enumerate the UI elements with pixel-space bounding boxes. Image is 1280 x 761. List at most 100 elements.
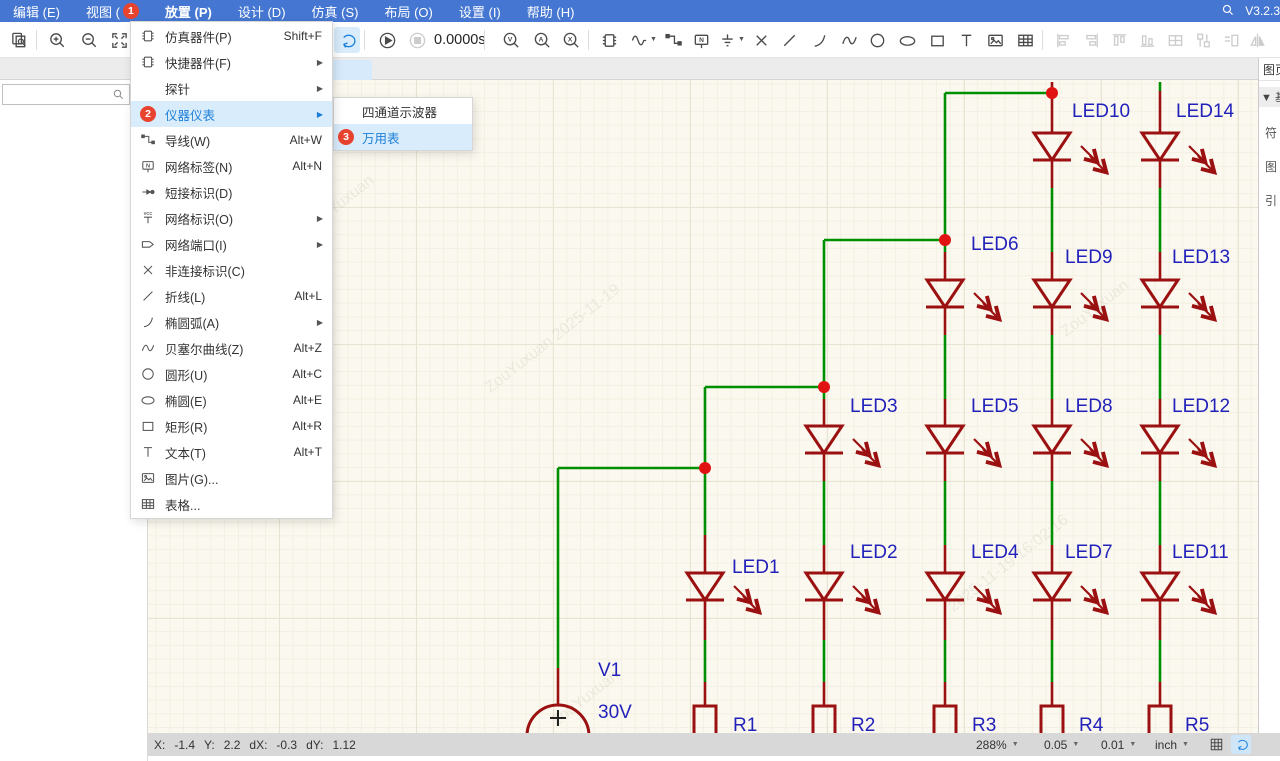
place-menu-item-15[interactable]: 椭圆(E)Alt+E — [131, 387, 332, 413]
no-connect-icon[interactable] — [748, 27, 774, 53]
redo-icon[interactable] — [334, 27, 360, 53]
text-icon[interactable] — [953, 27, 979, 53]
chevron-down-icon[interactable]: ▼ — [650, 36, 657, 43]
led-led4[interactable]: LED4 — [926, 542, 1019, 612]
ref-designator[interactable]: LED7 — [1065, 542, 1113, 563]
place-menu-item-5[interactable]: 导线(W)Alt+W — [131, 127, 332, 153]
place-menu-item-8[interactable]: 网络标识(O)▶ — [131, 205, 332, 231]
menubar-item-6[interactable]: 布局 (O) — [371, 0, 445, 22]
ref-designator[interactable]: LED14 — [1176, 101, 1235, 122]
probe-x-icon[interactable] — [558, 27, 584, 53]
led-led12[interactable]: LED12 — [1141, 396, 1230, 465]
place-menu-item-14[interactable]: 圆形(U)Alt+C — [131, 361, 332, 387]
ref-designator[interactable]: LED5 — [971, 396, 1019, 417]
led-led14[interactable]: LED14 — [1141, 101, 1235, 172]
zoom-in-icon[interactable] — [44, 27, 70, 53]
place-menu-item-17[interactable]: 文本(T)Alt+T — [131, 439, 332, 465]
ref-designator[interactable]: LED6 — [971, 234, 1019, 255]
properties-section-header[interactable]: ▼ 基 — [1259, 87, 1280, 107]
probe-current-icon[interactable] — [529, 27, 555, 53]
ref-designator[interactable]: R1 — [733, 715, 757, 733]
component-value[interactable]: 30V — [598, 702, 632, 723]
menubar-item-7[interactable]: 设置 (I) — [446, 0, 514, 22]
led-led7[interactable]: LED7 — [1033, 542, 1113, 612]
led-led5[interactable]: LED5 — [926, 396, 1019, 465]
place-menu-item-1[interactable]: 仿真器件(P)Shift+F — [131, 23, 332, 49]
place-menu-item-10[interactable]: 非连接标识(C) — [131, 257, 332, 283]
ref-designator[interactable]: LED11 — [1172, 542, 1229, 563]
paste-search-icon[interactable] — [6, 27, 32, 53]
ground-icon[interactable] — [714, 27, 740, 53]
resistor-r3[interactable]: R3 — [934, 706, 996, 733]
led-led2[interactable]: LED2 — [805, 542, 898, 612]
ref-designator[interactable]: LED10 — [1072, 101, 1130, 122]
circle-icon[interactable] — [864, 27, 890, 53]
search-icon[interactable] — [1221, 3, 1235, 20]
led-led6[interactable]: LED6 — [926, 234, 1019, 319]
voltage-source-v1[interactable]: V1 30V — [527, 660, 632, 733]
waveform-icon[interactable] — [626, 27, 652, 53]
place-menu-item-7[interactable]: 短接标识(D) — [131, 179, 332, 205]
arc-icon[interactable] — [806, 27, 832, 53]
place-menu-item-2[interactable]: 快捷器件(F)▶ — [131, 49, 332, 75]
place-menu-item-12[interactable]: 椭圆弧(A)▶ — [131, 309, 332, 335]
reset-view-icon[interactable] — [1231, 735, 1251, 754]
place-menu-item-16[interactable]: 矩形(R)Alt+R — [131, 413, 332, 439]
ref-designator[interactable]: R2 — [851, 715, 875, 733]
bezier-icon[interactable] — [836, 27, 862, 53]
resistor-r5[interactable]: R5 — [1149, 706, 1209, 733]
menubar-item-1[interactable]: 编辑 (E) — [0, 0, 73, 22]
chevron-down-icon[interactable]: ▼ — [738, 36, 745, 43]
table-icon[interactable] — [1012, 27, 1038, 53]
place-menu-item-9[interactable]: 网络端口(I)▶ — [131, 231, 332, 257]
ref-designator[interactable]: R3 — [972, 715, 996, 733]
probe-voltage-icon[interactable] — [498, 27, 524, 53]
grid-size-select[interactable]: 0.05▼ — [1044, 733, 1079, 756]
place-menu-item-6[interactable]: 网络标签(N)Alt+N — [131, 153, 332, 179]
place-menu-item-11[interactable]: 折线(L)Alt+L — [131, 283, 332, 309]
menubar-item-5[interactable]: 仿真 (S) — [299, 0, 372, 22]
menubar-item-2[interactable]: 视图 (1 — [73, 0, 152, 22]
submenu-item-2[interactable]: 3万用表 — [334, 124, 472, 150]
place-menu-item-3[interactable]: 探针▶ — [131, 75, 332, 101]
place-menu-item-13[interactable]: 贝塞尔曲线(Z)Alt+Z — [131, 335, 332, 361]
ref-designator[interactable]: LED9 — [1065, 247, 1113, 268]
led-led1[interactable]: LED1 — [686, 557, 780, 612]
ellipse-icon[interactable] — [894, 27, 920, 53]
unit-select[interactable]: inch▼ — [1155, 733, 1189, 756]
rect-icon[interactable] — [924, 27, 950, 53]
chip-icon[interactable] — [596, 27, 622, 53]
wire-icon[interactable] — [660, 27, 686, 53]
ref-designator[interactable]: LED12 — [1172, 396, 1230, 417]
library-search-box[interactable] — [2, 84, 130, 105]
ref-designator[interactable]: LED8 — [1065, 396, 1113, 417]
snap-size-select[interactable]: 0.01▼ — [1101, 733, 1136, 756]
line-icon[interactable] — [776, 27, 802, 53]
zoom-out-icon[interactable] — [76, 27, 102, 53]
led-led8[interactable]: LED8 — [1033, 396, 1113, 465]
menubar-item-8[interactable]: 帮助 (H) — [514, 0, 588, 22]
ref-designator[interactable]: V1 — [598, 660, 621, 681]
ref-designator[interactable]: LED3 — [850, 396, 898, 417]
zoom-select[interactable]: 288%▼ — [976, 733, 1019, 756]
search-input[interactable] — [3, 88, 112, 102]
submenu-item-1[interactable]: 四通道示波器 — [334, 98, 472, 124]
led-led13[interactable]: LED13 — [1141, 247, 1230, 319]
led-led11[interactable]: LED11 — [1141, 542, 1229, 612]
place-menu-item-18[interactable]: 图片(G)... — [131, 465, 332, 491]
place-menu-item-19[interactable]: 表格... — [131, 491, 332, 517]
place-menu-item-4[interactable]: 2仪器仪表▶ — [131, 101, 332, 127]
resistor-r1[interactable]: R1 — [694, 706, 757, 733]
net-label-icon[interactable] — [688, 27, 714, 53]
led-led10[interactable]: LED10 — [1033, 101, 1130, 172]
ref-designator[interactable]: LED13 — [1172, 247, 1230, 268]
ref-designator[interactable]: LED2 — [850, 542, 898, 563]
sim-run-icon[interactable] — [374, 27, 400, 53]
ref-designator[interactable]: LED1 — [732, 557, 780, 578]
grid-toggle-icon[interactable] — [1206, 735, 1226, 754]
ref-designator[interactable]: R5 — [1185, 715, 1209, 733]
resistor-r2[interactable]: R2 — [813, 706, 875, 733]
image-icon[interactable] — [982, 27, 1008, 53]
led-led3[interactable]: LED3 — [805, 396, 898, 465]
ref-designator[interactable]: LED4 — [971, 542, 1019, 563]
